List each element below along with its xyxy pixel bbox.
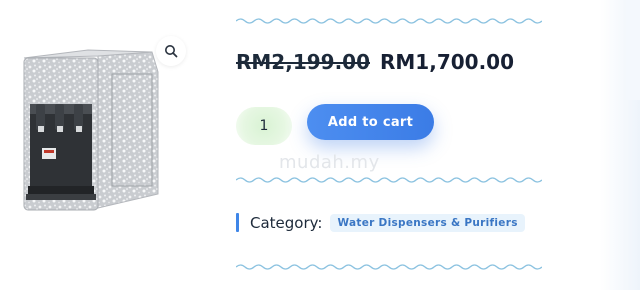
category-accent-bar <box>236 213 239 232</box>
quantity-input[interactable] <box>246 117 282 135</box>
magnifier-icon <box>165 45 178 58</box>
zoom-button[interactable] <box>156 36 186 66</box>
category-row: Category: Water Dispensers & Purifiers <box>236 213 525 232</box>
sale-price: RM1,700.00 <box>380 50 514 74</box>
price-row: RM2,199.00 RM1,700.00 <box>236 50 514 74</box>
watermark: mudah.my <box>279 152 380 173</box>
product-image <box>23 49 159 211</box>
wave-divider <box>236 18 542 24</box>
quantity-field <box>236 107 292 145</box>
right-edge-panel <box>600 0 640 290</box>
wave-divider <box>236 177 542 183</box>
category-tag-link[interactable]: Water Dispensers & Purifiers <box>330 213 525 232</box>
category-label: Category: <box>250 213 323 232</box>
wave-divider <box>236 264 542 270</box>
original-price: RM2,199.00 <box>236 50 370 74</box>
add-to-cart-button[interactable]: Add to cart <box>307 104 434 140</box>
